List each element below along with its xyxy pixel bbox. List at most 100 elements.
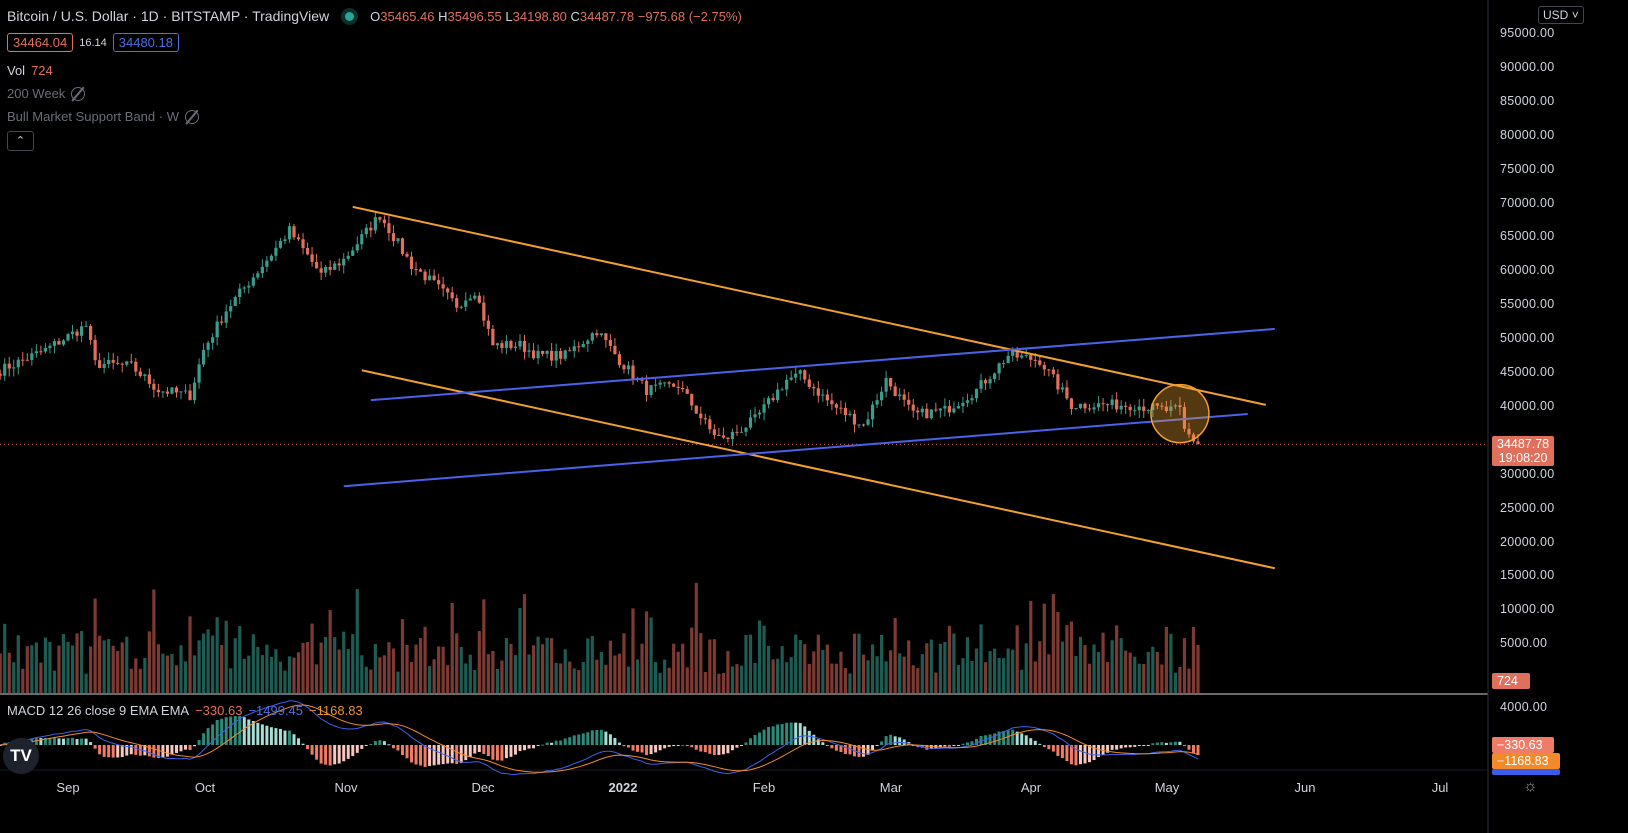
volume-bar	[233, 638, 237, 693]
volume-bar	[866, 660, 870, 693]
macd-hist-bar	[1033, 740, 1037, 745]
time-axis-tick: Sep	[56, 780, 80, 795]
macd-legend[interactable]: MACD 12 26 close 9 EMA EMA −330.63 −1499.4…	[7, 703, 363, 718]
macd-hist-bar	[337, 745, 341, 764]
volume-bar	[1160, 664, 1164, 693]
ohlc-values: O35465.46 H35496.55 L34198.80 C34487.78 …	[370, 8, 742, 24]
macd-hist-bar	[816, 739, 820, 745]
volume-bar	[414, 644, 418, 693]
macd-hist-bar	[1047, 745, 1051, 750]
volume-bar	[590, 636, 594, 693]
highlight-circle[interactable]	[1150, 383, 1210, 444]
macd-hist-bar	[1115, 745, 1119, 750]
volume-legend[interactable]: Vol 724	[7, 63, 53, 78]
volume-bar	[296, 652, 301, 693]
volume-bar	[974, 648, 979, 693]
candle	[152, 383, 156, 390]
candle	[197, 364, 201, 383]
volume-bar	[360, 655, 364, 693]
volume-bar	[726, 651, 730, 693]
volume-bar	[952, 633, 956, 693]
candle	[875, 400, 879, 405]
volume-bar	[156, 644, 160, 693]
volume-bar	[640, 643, 644, 693]
volume-bar	[676, 651, 680, 693]
candle	[870, 404, 875, 420]
macd-hist-bar	[152, 745, 156, 758]
candle	[251, 277, 255, 286]
macd-hist-bar	[1151, 743, 1155, 745]
candle	[441, 284, 445, 289]
candle	[1042, 364, 1046, 370]
macd-hist-bar	[319, 745, 323, 764]
volume-bar	[1196, 644, 1200, 693]
macd-hist-bar	[414, 745, 418, 765]
macd-hist-bar	[739, 745, 743, 746]
volume-bar	[1146, 651, 1150, 693]
volume-bar	[202, 633, 206, 693]
sell-price-button[interactable]: 34464.04	[7, 33, 74, 52]
candle	[613, 345, 617, 355]
candle	[378, 217, 382, 220]
volume-bar	[1187, 668, 1191, 693]
candle	[1092, 407, 1096, 410]
symbol-title[interactable]: Bitcoin / U.S. Dollar · 1D · BITSTAMP · …	[7, 8, 329, 24]
volume-bar	[125, 636, 129, 693]
eye-off-icon[interactable]	[71, 86, 86, 101]
candle	[699, 413, 703, 419]
macd-hist-bar	[1173, 741, 1177, 745]
volume-bar	[1047, 654, 1051, 693]
macd-hist-bar	[1060, 745, 1064, 759]
candle	[1083, 403, 1087, 409]
macd-hist-bar	[1029, 738, 1033, 745]
candle	[1011, 350, 1015, 356]
settings-gear-icon[interactable]: ☼	[1523, 778, 1538, 796]
volume-bar	[983, 662, 988, 693]
macd-hist-bar	[586, 732, 590, 745]
blue-trendline[interactable]	[343, 413, 1248, 488]
candle	[423, 271, 427, 281]
candle	[337, 263, 341, 266]
macd-hist-bar	[676, 745, 680, 746]
volume-bar	[753, 662, 757, 693]
buy-price-button[interactable]: 34480.18	[112, 33, 179, 52]
bmsb-legend[interactable]: Bull Market Support Band · W	[7, 109, 199, 124]
volume-bar	[690, 627, 694, 693]
candle	[405, 253, 409, 257]
candle	[631, 365, 635, 380]
ma200-legend[interactable]: 200 Week	[7, 86, 86, 101]
volume-bar	[1087, 663, 1092, 693]
candle	[324, 266, 328, 273]
candle	[1124, 405, 1128, 407]
candle	[369, 227, 373, 231]
candle	[979, 380, 983, 389]
macd-hist-bar	[197, 740, 201, 745]
volume-bar	[635, 659, 640, 693]
candle	[730, 431, 735, 440]
candle	[464, 300, 468, 307]
macd-hist-bar	[188, 745, 192, 750]
time-axis-tick: May	[1154, 780, 1180, 795]
tradingview-logo[interactable]: TV	[3, 738, 39, 774]
candle	[762, 404, 766, 413]
volume-bar	[1151, 646, 1155, 693]
macd-hist-bar	[111, 745, 115, 758]
collapse-legend-button[interactable]: ⌃	[7, 131, 34, 151]
candle	[57, 341, 61, 345]
candle	[658, 382, 662, 385]
candle	[437, 280, 441, 285]
candle	[156, 389, 160, 393]
candle	[278, 241, 283, 248]
candle	[884, 378, 888, 392]
macd-hist-bar	[825, 745, 829, 746]
macd-hist-bar	[184, 745, 188, 750]
candle	[500, 343, 504, 349]
candle	[920, 408, 924, 413]
volume-bar	[821, 649, 825, 693]
currency-selector[interactable]: USD ˅	[1538, 6, 1584, 24]
macd-hist-bar	[369, 744, 373, 746]
candle	[735, 431, 739, 433]
candle	[559, 351, 563, 359]
eye-off-icon[interactable]	[184, 109, 199, 124]
candle	[821, 394, 825, 396]
